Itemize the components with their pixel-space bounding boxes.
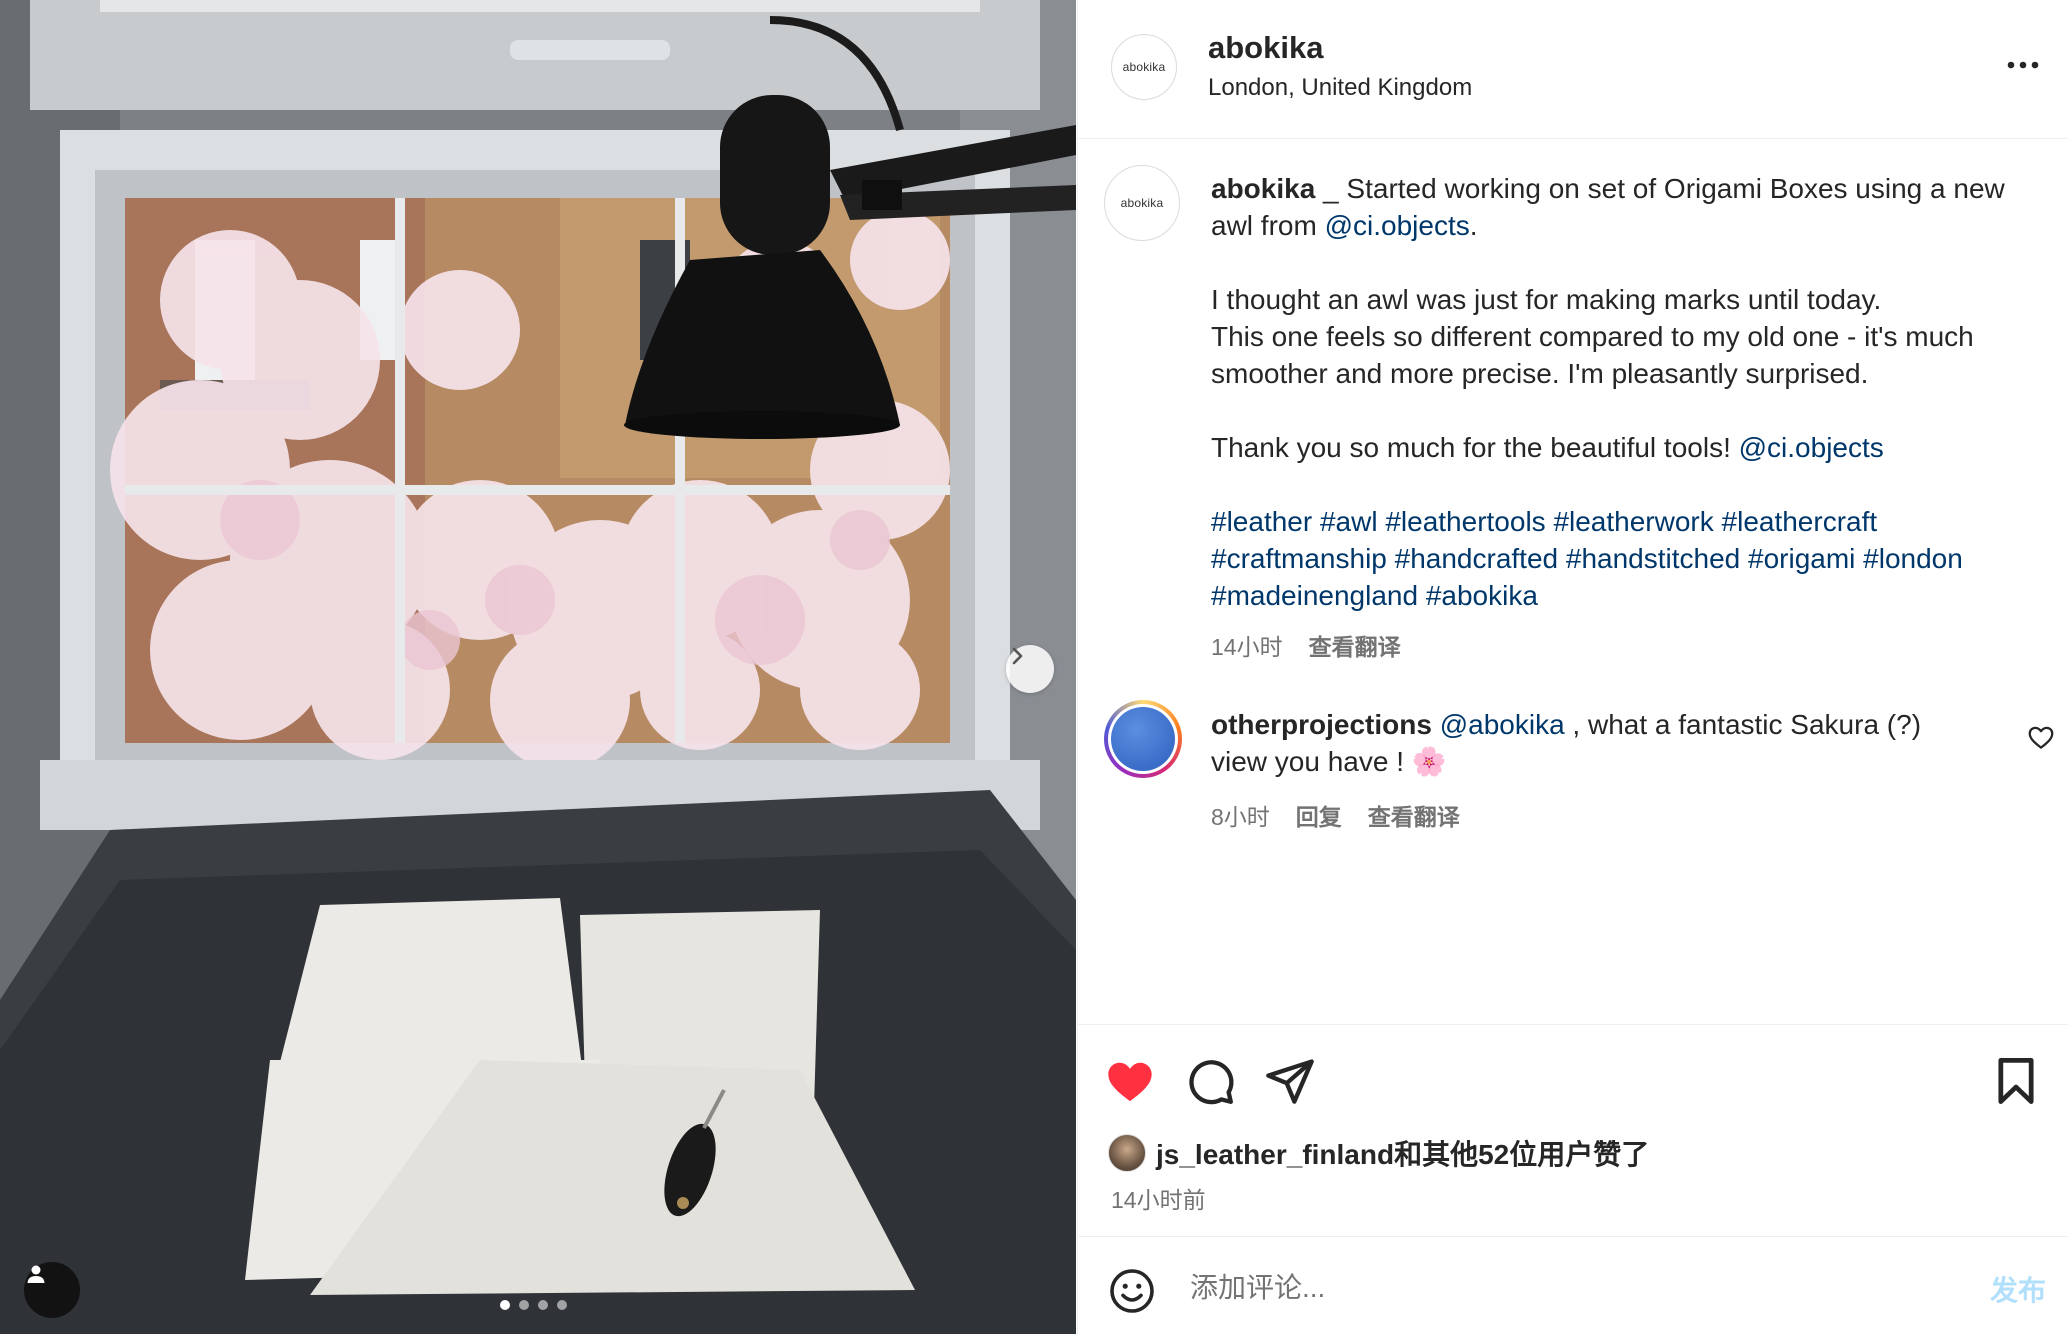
caption-mention[interactable]: @ci.objects [1325, 210, 1470, 241]
caption-paragraph: This one feels so different compared to … [1211, 321, 1974, 389]
caption-avatar[interactable]: abokika [1104, 165, 1180, 241]
post-location[interactable]: London, United Kingdom [1208, 74, 1472, 102]
caption-username[interactable]: abokika [1211, 173, 1315, 204]
carousel-next-button[interactable] [1006, 645, 1054, 693]
bookmark-icon[interactable] [1990, 1055, 2042, 1107]
carousel-dot [538, 1300, 548, 1310]
caption-paragraph: Thank you so much for the beautiful tool… [1211, 432, 1739, 463]
post-comment-button[interactable]: 发布 [1990, 1269, 2046, 1309]
post-photo[interactable] [0, 0, 1076, 1334]
caption-mention[interactable]: @ci.objects [1739, 432, 1884, 463]
likes-summary[interactable]: js_leather_finland和其他52位用户赞了 [1108, 1133, 1649, 1173]
carousel-dot [500, 1300, 510, 1310]
caption-time: 14小时 [1211, 634, 1283, 660]
comment-mention[interactable]: @abokika [1440, 709, 1565, 740]
more-options-button[interactable] [2003, 50, 2043, 80]
user-tag-button[interactable] [24, 1262, 80, 1318]
avatar-text: abokika [1122, 60, 1166, 74]
comment-translate-link[interactable]: 查看翻译 [1368, 798, 1460, 832]
chevron-right-icon [1012, 647, 1023, 665]
user-icon [27, 1265, 45, 1283]
caption-translate-link[interactable]: 查看翻译 [1309, 628, 1401, 662]
comment-input[interactable] [1188, 1259, 1872, 1317]
post-header: abokika abokika London, United Kingdom [1078, 0, 2068, 139]
author-username[interactable]: abokika [1208, 30, 1323, 66]
comment-like-icon[interactable] [2026, 722, 2056, 752]
comment-icon[interactable] [1184, 1055, 1236, 1107]
avatar-text: abokika [1120, 196, 1164, 210]
more-options-icon [2007, 61, 2039, 69]
comment-meta: 8小时 回复 查看翻译 [1211, 798, 1460, 832]
post-time[interactable]: 14小时前 [1111, 1181, 1206, 1215]
carousel-dot [519, 1300, 529, 1310]
comment: otherprojections @abokika , what a fanta… [1211, 706, 1951, 780]
share-icon[interactable] [1264, 1055, 1316, 1107]
add-comment-bar: 发布 [1078, 1236, 2068, 1335]
comment-username[interactable]: otherprojections [1211, 709, 1432, 740]
photo-illustration [0, 0, 1076, 1334]
caption-paragraph: I thought an awl was just for making mar… [1211, 284, 1882, 315]
comment-time: 8小时 [1211, 804, 1270, 830]
post-actions: js_leather_finland和其他52位用户赞了 14小时前 [1078, 1024, 2068, 1237]
commenter-avatar[interactable] [1104, 700, 1182, 778]
post-details-panel: abokika abokika London, United Kingdom a… [1077, 0, 2068, 1334]
likes-text[interactable]: js_leather_finland和其他52位用户赞了 [1156, 1133, 1649, 1173]
caption-hashtags[interactable]: #leather #awl #leathertools #leatherwork… [1211, 503, 2031, 614]
heart-icon[interactable] [1104, 1055, 1156, 1107]
caption-meta: 14小时 查看翻译 [1211, 628, 1401, 662]
carousel-dot [557, 1300, 567, 1310]
caption-text: . [1469, 210, 1478, 241]
caption: abokika _ Started working on set of Orig… [1211, 170, 2031, 614]
comment-reply-button[interactable]: 回复 [1296, 798, 1342, 832]
author-avatar[interactable]: abokika [1111, 34, 1177, 100]
carousel-indicator [500, 1300, 567, 1310]
emoji-icon[interactable] [1108, 1267, 1156, 1315]
liker-avatar[interactable] [1108, 1134, 1146, 1172]
